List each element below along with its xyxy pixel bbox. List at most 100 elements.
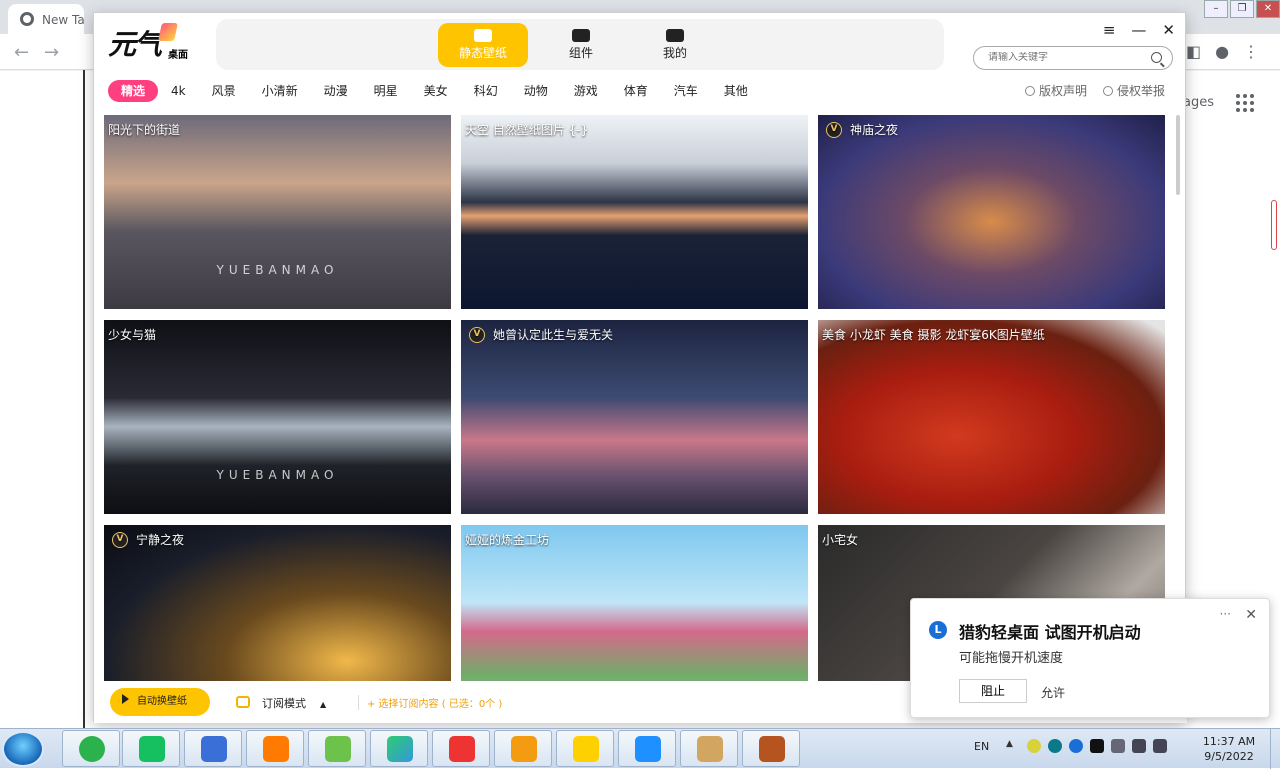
category-2[interactable]: 风景 [199, 80, 249, 102]
wallpaper-card[interactable]: V 宁静之夜 [104, 525, 451, 681]
report-label: 侵权举报 [1116, 84, 1165, 98]
more-icon[interactable]: ··· [1220, 607, 1231, 621]
top-navigation: 静态壁纸 组件 我的 [216, 19, 944, 70]
browser-tab[interactable]: New Ta [8, 4, 84, 34]
wallpaper-title-row: V 她曾认定此生与爱无关 [465, 326, 613, 343]
auto-change-wallpaper-button[interactable]: 自动换壁纸 [110, 688, 210, 716]
select-subscription-link[interactable]: + 选择订阅内容 ( 已选：0个 ) [358, 695, 502, 710]
taskbar-app-player[interactable] [370, 730, 428, 767]
jar-icon [759, 736, 785, 762]
taskbar-app-bag[interactable] [122, 730, 180, 767]
images-link[interactable]: ages [1183, 95, 1214, 110]
taskbar-app-yuanqi[interactable] [556, 730, 614, 767]
taskbar-app-360[interactable] [62, 730, 120, 767]
wallpaper-card[interactable]: 美食 小龙虾 美食 摄影 龙虾宴6K图片壁纸 [818, 320, 1165, 514]
category-8[interactable]: 动物 [511, 80, 561, 102]
tab-static-wallpaper[interactable]: 静态壁纸 [438, 23, 528, 67]
taskbar-app-sync[interactable] [494, 730, 552, 767]
wallpaper-title: 宁静之夜 [136, 533, 185, 547]
wallpaper-title: 她曾认定此生与爱无关 [493, 328, 614, 342]
clock[interactable]: 11:37 AM 9/5/2022 [1192, 734, 1266, 764]
tiktok-icon[interactable] [1090, 739, 1104, 753]
browser-window-controls: – ❐ ✕ [1202, 0, 1280, 22]
apps-grid-icon[interactable] [1236, 94, 1254, 112]
divider [83, 70, 85, 728]
flag-icon[interactable] [1132, 739, 1146, 753]
taskbar-app-pdf[interactable] [246, 730, 304, 767]
tray-app-icon[interactable] [1048, 739, 1062, 753]
browser-toolbar-icons: ◧ ● ⋮ [1186, 42, 1259, 61]
profile-icon[interactable]: ● [1215, 42, 1229, 61]
block-button[interactable]: 阻止 [959, 679, 1027, 703]
category-12[interactable]: 其他 [711, 80, 761, 102]
browser-scrollbar[interactable] [1271, 200, 1277, 250]
taskbar-app-video[interactable] [618, 730, 676, 767]
wallpaper-card[interactable]: 天空 自然壁纸图片 {-} [461, 115, 808, 309]
app-window-controls: ≡ — ✕ [1103, 21, 1175, 39]
wallpaper-card[interactable]: 阳光下的街道 YUEBANMAO [104, 115, 451, 309]
tray-app-icon[interactable] [1069, 739, 1083, 753]
logo-heart-icon [158, 23, 178, 41]
category-10[interactable]: 体育 [611, 80, 661, 102]
cheetah-app-icon: L [929, 621, 947, 639]
tab-mine[interactable]: 我的 [630, 23, 720, 67]
yuanqi-icon [573, 736, 599, 762]
category-5[interactable]: 明星 [361, 80, 411, 102]
search-input[interactable] [988, 52, 1138, 63]
close-icon[interactable]: ✕ [1245, 607, 1257, 623]
wallpaper-title-row: 天空 自然壁纸图片 {-} [465, 121, 588, 138]
wallpaper-title-row: 娅娅的炼金工坊 [465, 531, 549, 548]
shopping-bag-icon [139, 736, 165, 762]
wallpaper-title-row: V 宁静之夜 [108, 531, 184, 548]
wallpaper-card[interactable]: 娅娅的炼金工坊 [461, 525, 808, 681]
back-icon[interactable]: ← [14, 42, 29, 63]
tray-up-icon[interactable]: ▲ [1006, 739, 1020, 753]
category-7[interactable]: 科幻 [461, 80, 511, 102]
language-indicator[interactable]: EN [974, 740, 989, 753]
volume-icon[interactable] [1153, 739, 1167, 753]
start-button[interactable] [2, 731, 44, 767]
search-icon[interactable] [1151, 52, 1162, 63]
wallpaper-card[interactable]: V 她曾认定此生与爱无关 [461, 320, 808, 514]
taskbar-app-wps[interactable] [432, 730, 490, 767]
show-desktop-button[interactable] [1270, 729, 1280, 769]
category-bar: 精选 4k 风景 小清新 动漫 明星 美女 科幻 动物 游戏 体育 汽车 其他 [108, 79, 761, 103]
taskbar-app-check[interactable] [184, 730, 242, 767]
forward-icon[interactable]: → [44, 42, 59, 63]
category-0[interactable]: 精选 [108, 80, 159, 102]
taskbar-app-box[interactable] [680, 730, 738, 767]
sync-icon [511, 736, 537, 762]
sidepanel-icon[interactable]: ◧ [1186, 42, 1201, 61]
pdf-reader-icon [263, 736, 289, 762]
category-1[interactable]: 4k [158, 80, 199, 102]
grid-scrollbar[interactable] [1176, 115, 1180, 195]
report-link[interactable]: 侵权举报 [1102, 82, 1165, 99]
restore-icon[interactable]: ❐ [1230, 0, 1254, 18]
copyright-link[interactable]: 版权声明 [1024, 82, 1087, 99]
category-4[interactable]: 动漫 [311, 80, 361, 102]
tray-app-icon[interactable] [1027, 739, 1041, 753]
allow-button[interactable]: 允许 [1041, 684, 1065, 701]
search-box [973, 46, 1173, 70]
subscribe-icon [236, 696, 250, 708]
category-3[interactable]: 小清新 [249, 80, 311, 102]
category-6[interactable]: 美女 [411, 80, 461, 102]
minimize-icon[interactable]: — [1131, 21, 1146, 39]
close-icon[interactable]: ✕ [1162, 21, 1175, 39]
minimize-icon[interactable]: – [1204, 0, 1228, 18]
widget-icon [572, 29, 590, 42]
close-icon[interactable]: ✕ [1256, 0, 1280, 18]
category-9[interactable]: 游戏 [561, 80, 611, 102]
copyright-label: 版权声明 [1038, 84, 1087, 98]
menu-icon[interactable]: ⋮ [1243, 42, 1259, 61]
wallpaper-watermark: YUEBANMAO [216, 468, 339, 482]
taskbar-app-m[interactable] [308, 730, 366, 767]
network-icon[interactable] [1111, 739, 1125, 753]
category-11[interactable]: 汽车 [661, 80, 711, 102]
wallpaper-card[interactable]: V 神庙之夜 [818, 115, 1165, 309]
taskbar-app-jar[interactable] [742, 730, 800, 767]
tab-widgets[interactable]: 组件 [536, 23, 626, 67]
subscribe-mode-dropdown[interactable]: 订阅模式 ▲ [236, 695, 326, 711]
menu-icon[interactable]: ≡ [1103, 21, 1116, 39]
wallpaper-card[interactable]: 少女与猫 YUEBANMAO [104, 320, 451, 514]
